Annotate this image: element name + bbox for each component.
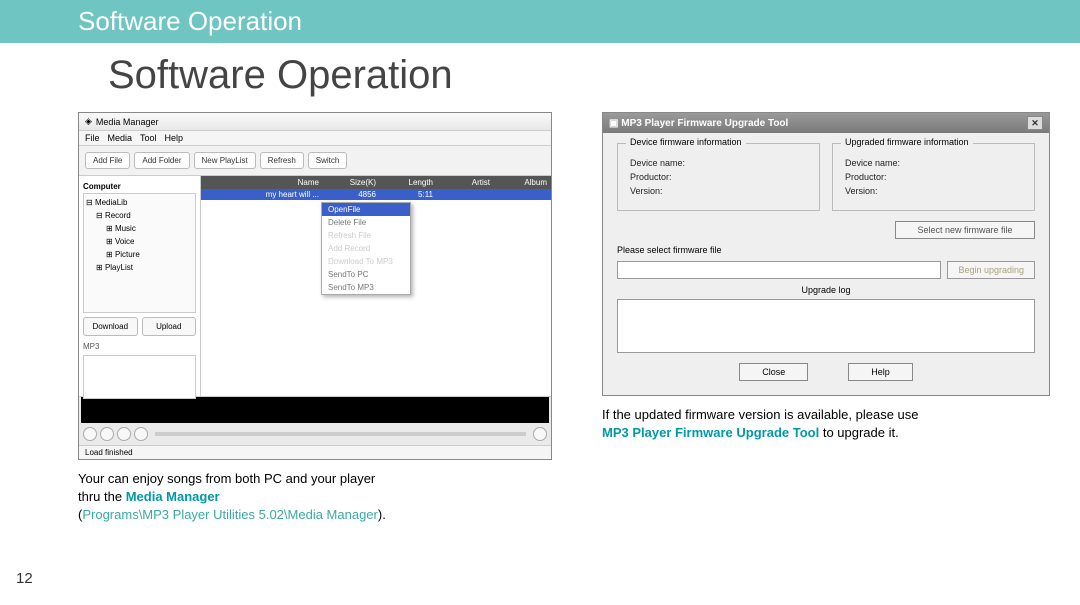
player-panel (79, 396, 551, 445)
cap-l3c: ). (378, 507, 386, 522)
page-number: 12 (16, 570, 33, 587)
player-vol-icon[interactable] (533, 427, 547, 441)
firmware-tool-window: ▣ MP3 Player Firmware Upgrade Tool ✕ Dev… (602, 112, 1050, 396)
player-play-icon[interactable] (100, 427, 114, 441)
group-device-info: Device firmware information Device name:… (617, 143, 820, 211)
btn-new-playlist[interactable]: New PlayList (194, 152, 256, 169)
btn-close[interactable]: Close (739, 363, 808, 381)
upg-productor-label: Productor: (845, 172, 1022, 182)
mp3-panel (83, 355, 196, 399)
player-progress[interactable] (155, 432, 526, 436)
cell-size: 4856 (319, 190, 376, 199)
ft-app-icon: ▣ (609, 118, 618, 129)
ctx-sendtomp3[interactable]: SendTo MP3 (322, 281, 410, 294)
page-title: Software Operation (0, 43, 1080, 112)
app-icon: ◈ (85, 116, 92, 127)
list-row-selected[interactable]: my heart will ... 4856 5:11 (201, 189, 551, 200)
grp2-title: Upgraded firmware information (841, 137, 973, 147)
btn-switch[interactable]: Switch (308, 152, 348, 169)
dev-productor-label: Productor: (630, 172, 807, 182)
mm-toolbar: Add File Add Folder New PlayList Refresh… (79, 146, 551, 176)
menu-tool[interactable]: Tool (140, 133, 157, 143)
statusbar: Load finished (79, 445, 551, 459)
upg-version-label: Version: (845, 186, 1022, 196)
header-bar: Software Operation (0, 0, 1080, 43)
dev-name-label: Device name: (630, 158, 807, 168)
mp3-label: MP3 (83, 340, 196, 353)
tree-item-record[interactable]: ⊟ Record (86, 209, 193, 222)
btn-refresh[interactable]: Refresh (260, 152, 304, 169)
ctx-deletefile[interactable]: Delete File (322, 216, 410, 229)
upgrade-log-box (617, 299, 1035, 353)
ctx-openfile[interactable]: OpenFile (322, 203, 410, 216)
col-name: Name (205, 178, 319, 187)
btn-begin-upgrading[interactable]: Begin upgrading (947, 261, 1035, 279)
mm-sidebar: Computer ⊟ MediaLib ⊟ Record ⊞ Music ⊞ V… (79, 176, 201, 396)
firmware-file-input[interactable] (617, 261, 941, 279)
group-upgraded-info: Upgraded firmware information Device nam… (832, 143, 1035, 211)
btn-select-firmware[interactable]: Select new firmware file (895, 221, 1035, 239)
please-select-label: Please select firmware file (617, 245, 1035, 255)
upgrade-log-label: Upgrade log (617, 285, 1035, 295)
btn-add-file[interactable]: Add File (85, 152, 130, 169)
col-artist: Artist (433, 178, 490, 187)
player-next-icon[interactable] (134, 427, 148, 441)
caption-left: Your can enjoy songs from both PC and yo… (78, 470, 552, 524)
tree-header: Computer (83, 182, 121, 191)
menu-file[interactable]: File (85, 133, 100, 143)
media-manager-window: ◈ Media Manager File Media Tool Help Add… (78, 112, 552, 460)
btn-download[interactable]: Download (83, 317, 138, 336)
dev-version-label: Version: (630, 186, 807, 196)
btn-upload[interactable]: Upload (142, 317, 197, 336)
col-length: Length (376, 178, 433, 187)
col-size: Size(K) (319, 178, 376, 187)
player-prev-icon[interactable] (83, 427, 97, 441)
tree-root[interactable]: ⊟ MediaLib (86, 196, 193, 209)
cap-r2a: MP3 Player Firmware Upgrade Tool (602, 425, 819, 440)
ctx-sendtopc[interactable]: SendTo PC (322, 268, 410, 281)
mm-menubar: File Media Tool Help (79, 131, 551, 146)
list-header: Name Size(K) Length Artist Album (201, 176, 551, 189)
cap-l3b: Programs\MP3 Player Utilities 5.02\Media… (82, 507, 378, 522)
menu-media[interactable]: Media (108, 133, 133, 143)
cell-artist (433, 190, 490, 199)
close-icon[interactable]: ✕ (1027, 116, 1043, 130)
cell-length: 5:11 (376, 190, 433, 199)
cap-l2b: Media Manager (126, 489, 220, 504)
cell-album (490, 190, 547, 199)
ft-titlebar: ▣ MP3 Player Firmware Upgrade Tool ✕ (603, 113, 1049, 133)
tree-item-playlist[interactable]: ⊞ PlayList (86, 261, 193, 274)
cap-l2a: thru the (78, 489, 126, 504)
mm-list-panel: Name Size(K) Length Artist Album my hear… (201, 176, 551, 396)
mm-title: Media Manager (96, 117, 159, 127)
tree-item-voice[interactable]: ⊞ Voice (86, 235, 193, 248)
btn-help[interactable]: Help (848, 363, 913, 381)
btn-add-folder[interactable]: Add Folder (134, 152, 189, 169)
tree-item-picture[interactable]: ⊞ Picture (86, 248, 193, 261)
tree-item-music[interactable]: ⊞ Music (86, 222, 193, 235)
col-album: Album (490, 178, 547, 187)
player-stop-icon[interactable] (117, 427, 131, 441)
upg-name-label: Device name: (845, 158, 1022, 168)
cap-r2b: to upgrade it. (819, 425, 899, 440)
player-track-display (81, 397, 549, 423)
ctx-addrecord[interactable]: Add Record (322, 242, 410, 255)
cell-name: my heart will ... (205, 190, 319, 199)
ft-title: MP3 Player Firmware Upgrade Tool (621, 118, 788, 129)
ctx-downloadmp3[interactable]: Download To MP3 (322, 255, 410, 268)
mm-titlebar: ◈ Media Manager (79, 113, 551, 131)
caption-right: If the updated firmware version is avail… (602, 406, 1050, 442)
context-menu: OpenFile Delete File Refresh File Add Re… (321, 202, 411, 295)
grp1-title: Device firmware information (626, 137, 746, 147)
menu-help[interactable]: Help (165, 133, 184, 143)
cap-l1: Your can enjoy songs from both PC and yo… (78, 471, 375, 486)
cap-r1: If the updated firmware version is avail… (602, 407, 919, 422)
tree-panel: ⊟ MediaLib ⊟ Record ⊞ Music ⊞ Voice ⊞ Pi… (83, 193, 196, 313)
ctx-refreshfile[interactable]: Refresh File (322, 229, 410, 242)
